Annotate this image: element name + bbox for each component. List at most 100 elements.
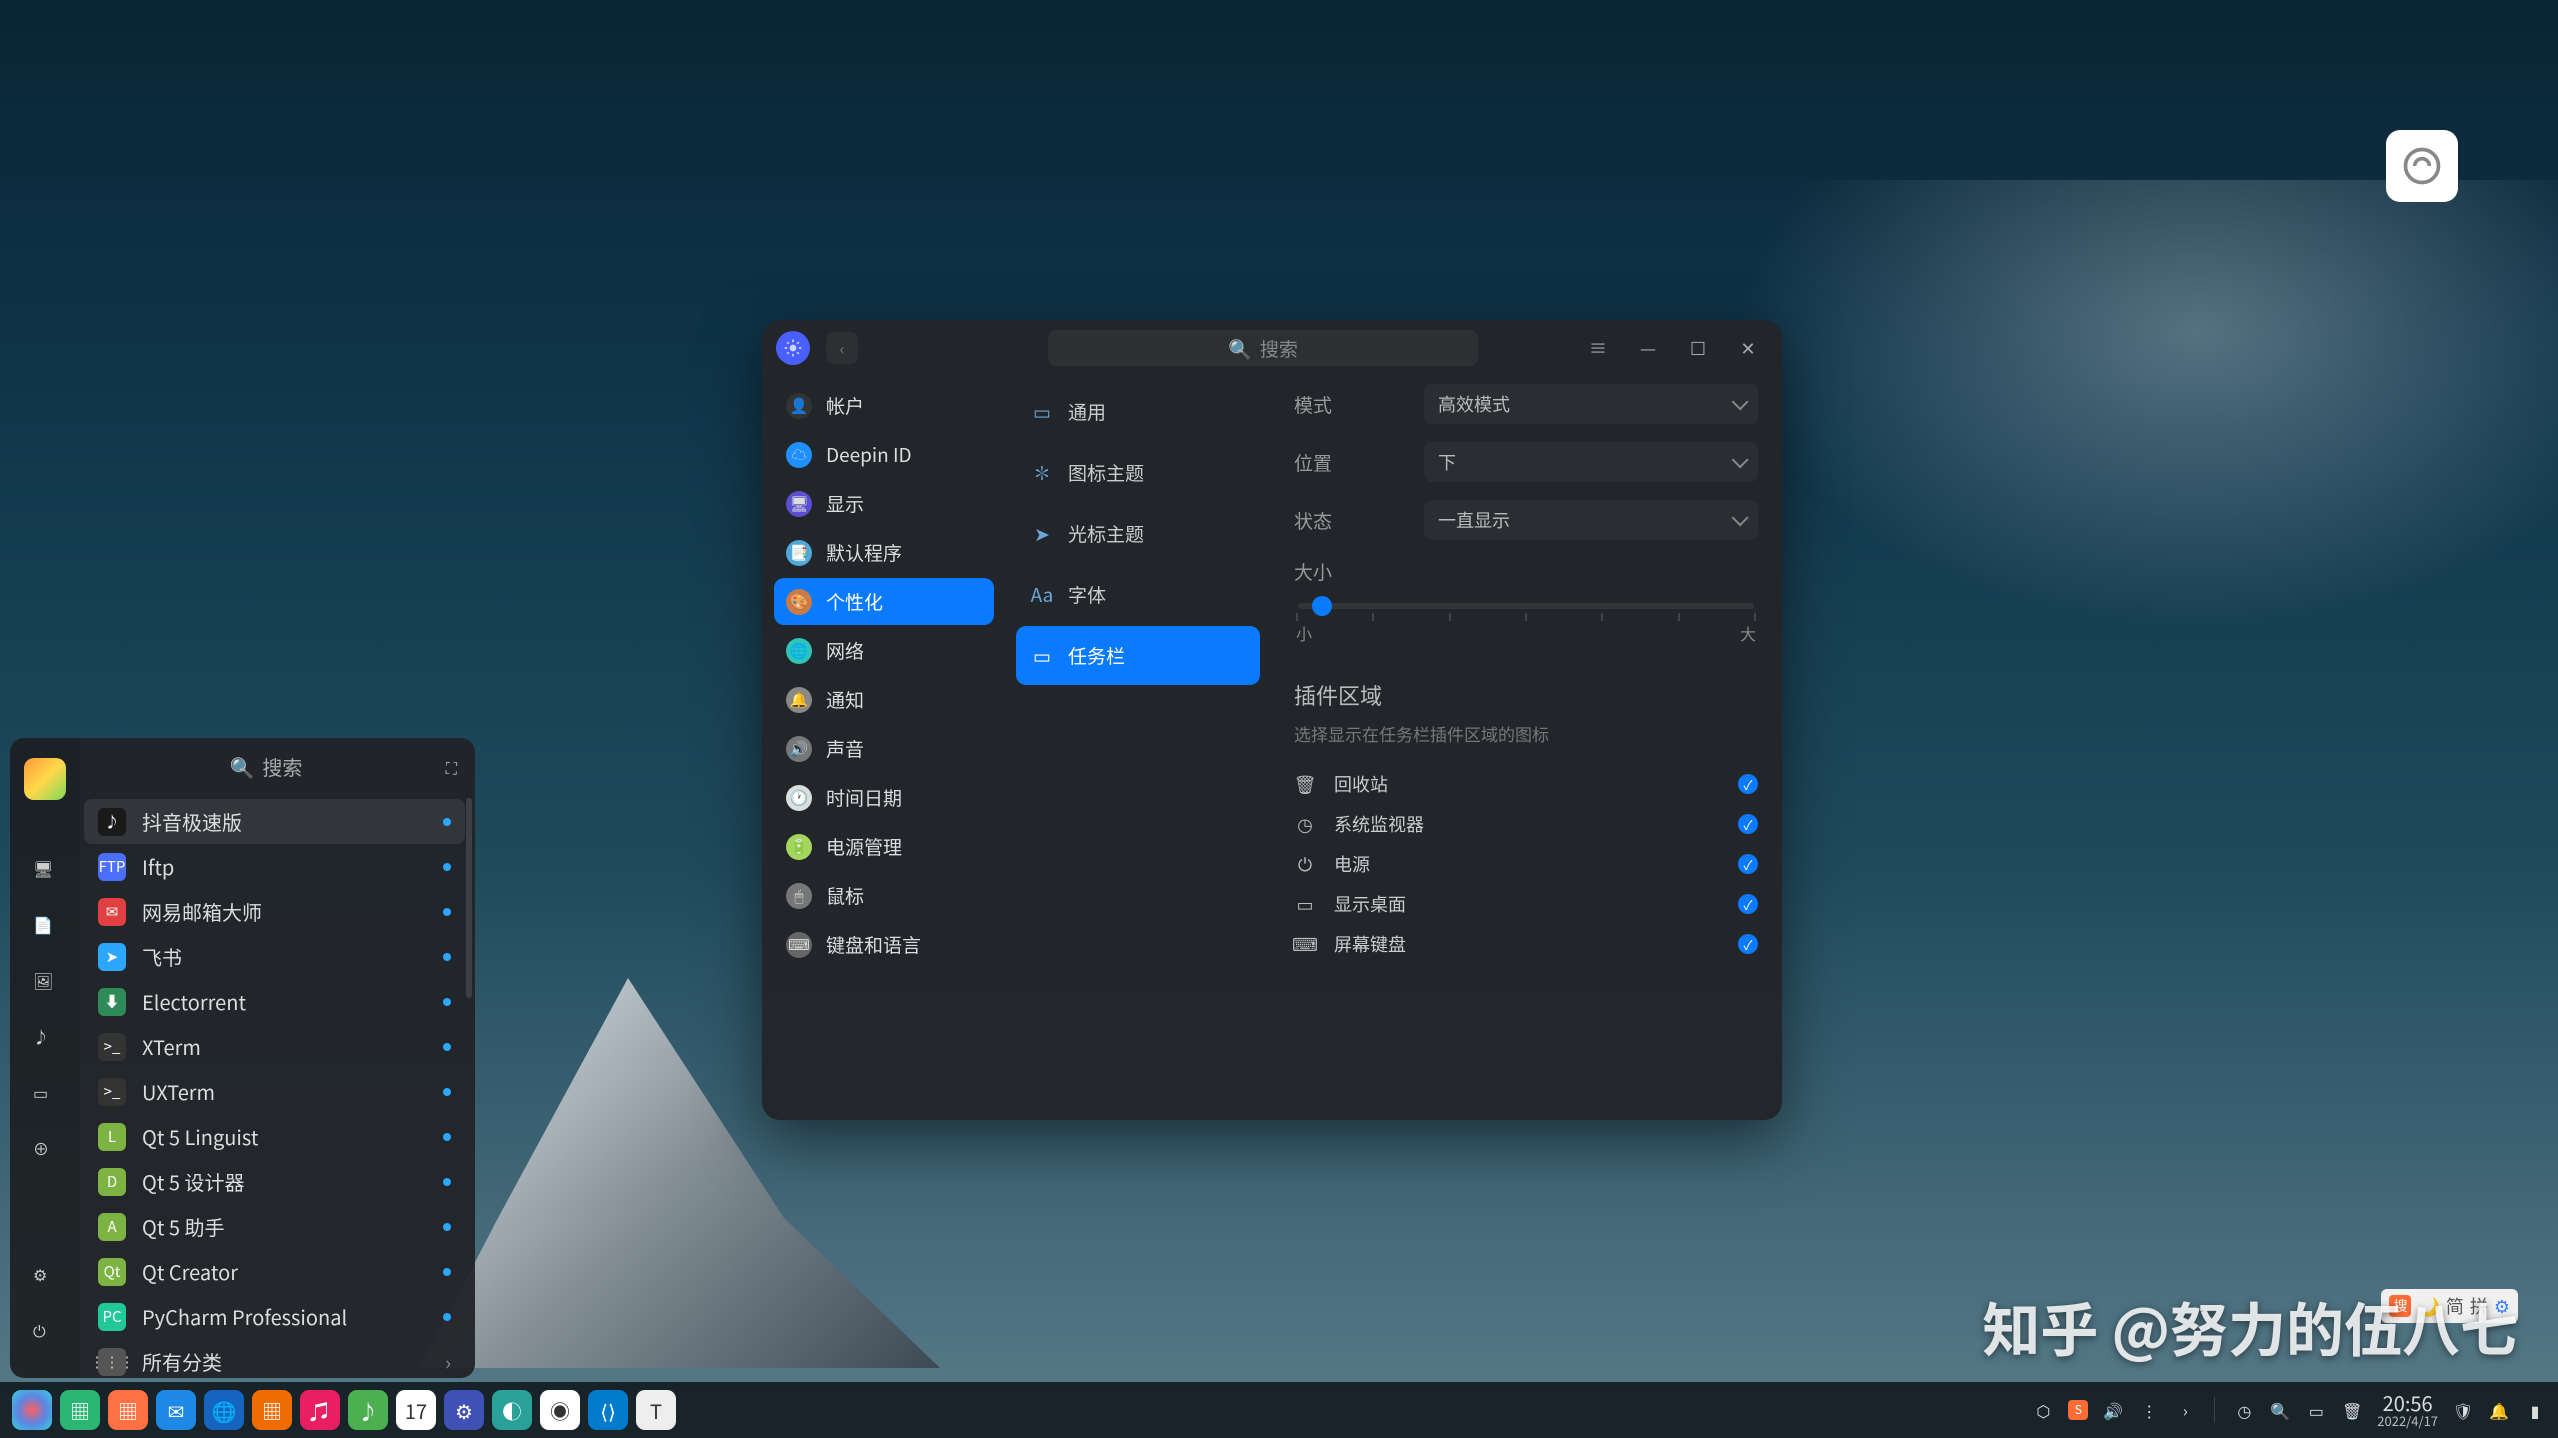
tray-search-icon[interactable]: 🔍	[2269, 1399, 2291, 1421]
plugin-row-3: ▭显示桌面✓	[1294, 884, 1758, 924]
taskbar-music[interactable]: ♫	[300, 1390, 340, 1430]
plugin-icon: ⏻	[1294, 851, 1316, 877]
tray-bell-icon[interactable]: 🔔	[2488, 1399, 2510, 1421]
tray-sogou-icon[interactable]: S	[2068, 1400, 2088, 1420]
nav-icon: 🎨	[786, 589, 812, 615]
nav-item-11[interactable]: ⌨键盘和语言	[774, 921, 994, 968]
launcher-fullscreen-icon[interactable]: ⛶	[446, 755, 457, 779]
app-item-8[interactable]: DQt 5 设计器	[84, 1159, 465, 1204]
taskbar-chrome[interactable]: ◉	[540, 1390, 580, 1430]
nav-item-9[interactable]: 🔋电源管理	[774, 823, 994, 870]
app-item-11[interactable]: PCPyCharm Professional	[84, 1294, 465, 1339]
app-label: Electorrent	[142, 987, 246, 1016]
tray-shield-icon[interactable]: 🛡	[2452, 1399, 2474, 1421]
taskbar-music2[interactable]: ♪	[348, 1390, 388, 1430]
app-item-5[interactable]: >_XTerm	[84, 1024, 465, 1069]
back-button[interactable]: ‹	[826, 332, 858, 364]
launcher-settings-icon[interactable]: ⚙	[33, 1262, 57, 1286]
maximize-button[interactable]: ☐	[1678, 328, 1718, 368]
app-item-1[interactable]: FTPIftp	[84, 844, 465, 889]
nav-item-2[interactable]: 🖥显示	[774, 480, 994, 527]
app-icon: FTP	[98, 853, 126, 881]
tray-sysmon-icon[interactable]: ◷	[2233, 1399, 2255, 1421]
desktop-icon-recycle[interactable]	[2386, 130, 2458, 202]
taskbar-calendar2[interactable]: ▦	[252, 1390, 292, 1430]
sub-item-4[interactable]: ▭任务栏	[1016, 626, 1260, 685]
nav-item-7[interactable]: 🔊声音	[774, 725, 994, 772]
nav-item-1[interactable]: ☁Deepin ID	[774, 431, 994, 478]
app-item-2[interactable]: ✉网易邮箱大师	[84, 889, 465, 934]
category-image-icon[interactable]: 🖼	[33, 968, 57, 992]
nav-item-5[interactable]: 🌐网络	[774, 627, 994, 674]
app-icon: PC	[98, 1303, 126, 1331]
plugin-checkbox[interactable]: ✓	[1738, 774, 1758, 794]
taskbar-calendar[interactable]: 17	[396, 1390, 436, 1430]
nav-label: 电源管理	[826, 833, 902, 860]
plugin-row-4: ⌨屏幕键盘✓	[1294, 924, 1758, 964]
app-item-10[interactable]: QtQt Creator	[84, 1249, 465, 1294]
mode-row: 模式 高效模式	[1294, 384, 1758, 424]
launcher-avatar[interactable]	[24, 758, 66, 800]
nav-item-0[interactable]: 👤帐户	[774, 382, 994, 429]
size-slider[interactable]	[1298, 603, 1754, 609]
settings-search-input[interactable]: 🔍 搜索	[1048, 330, 1478, 366]
taskbar-settings[interactable]: ⚙	[444, 1390, 484, 1430]
taskbar-mail[interactable]: ✉	[156, 1390, 196, 1430]
all-categories-item[interactable]: ⋮⋮⋮所有分类›	[84, 1339, 465, 1378]
plugin-checkbox[interactable]: ✓	[1738, 854, 1758, 874]
nav-icon: 🖥	[786, 491, 812, 517]
taskbar-vscode[interactable]: ⟨⟩	[588, 1390, 628, 1430]
sub-item-0[interactable]: ▭通用	[1016, 382, 1260, 441]
state-select[interactable]: 一直显示	[1424, 500, 1758, 540]
plugin-checkbox[interactable]: ✓	[1738, 934, 1758, 954]
nav-item-6[interactable]: 🔔通知	[774, 676, 994, 723]
nav-item-8[interactable]: 🕐时间日期	[774, 774, 994, 821]
category-reading-icon[interactable]: ▭	[33, 1080, 57, 1104]
taskbar-recycle[interactable]: ◐	[492, 1390, 532, 1430]
launcher-scrollbar[interactable]	[466, 798, 472, 998]
launcher-power-icon[interactable]: ⏻	[33, 1318, 57, 1342]
app-item-0[interactable]: ♪抖音极速版	[84, 799, 465, 844]
taskbar-launcher[interactable]	[12, 1390, 52, 1430]
taskbar-clock[interactable]: 20:56 2022/4/17	[2377, 1392, 2438, 1428]
taskbar-text[interactable]: T	[636, 1390, 676, 1430]
category-document-icon[interactable]: 📄	[33, 912, 57, 936]
tray-trash-icon[interactable]: 🗑	[2341, 1399, 2363, 1421]
app-item-7[interactable]: LQt 5 Linguist	[84, 1114, 465, 1159]
taskbar-browser[interactable]: 🌐	[204, 1390, 244, 1430]
app-item-6[interactable]: >_UXTerm	[84, 1069, 465, 1114]
sub-item-2[interactable]: ➤光标主题	[1016, 504, 1260, 563]
nav-item-3[interactable]: 📑默认程序	[774, 529, 994, 576]
category-computer-icon[interactable]: 🖥	[33, 856, 57, 880]
plugin-label: 电源	[1334, 851, 1720, 877]
sub-item-1[interactable]: ✽图标主题	[1016, 443, 1260, 502]
plugin-checkbox[interactable]: ✓	[1738, 894, 1758, 914]
mode-select[interactable]: 高效模式	[1424, 384, 1758, 424]
chevron-right-icon: ›	[445, 1347, 451, 1376]
launcher-search-input[interactable]: 🔍 搜索	[98, 752, 434, 781]
category-globe-icon[interactable]: ⊕	[33, 1136, 57, 1160]
size-label: 大小	[1294, 558, 1758, 585]
tray-wifi-icon[interactable]: ⋮	[2138, 1399, 2160, 1421]
nav-icon: 🌐	[786, 638, 812, 664]
minimize-button[interactable]: —	[1628, 328, 1668, 368]
position-select[interactable]: 下	[1424, 442, 1758, 482]
taskbar-app1[interactable]: ▦	[108, 1390, 148, 1430]
size-slider-thumb[interactable]	[1312, 596, 1332, 616]
category-music-icon[interactable]: ♪	[33, 1024, 57, 1048]
app-item-9[interactable]: AQt 5 助手	[84, 1204, 465, 1249]
tray-desktop-icon[interactable]: ▭	[2305, 1399, 2327, 1421]
close-button[interactable]: ✕	[1728, 328, 1768, 368]
tray-expand-icon[interactable]: ›	[2174, 1399, 2196, 1421]
tray-capsule-icon[interactable]: ▮	[2524, 1399, 2546, 1421]
app-item-4[interactable]: ⬇Electorrent	[84, 979, 465, 1024]
menu-button[interactable]: ≡	[1578, 328, 1618, 368]
nav-item-4[interactable]: 🎨个性化	[774, 578, 994, 625]
nav-item-10[interactable]: 🖱鼠标	[774, 872, 994, 919]
tray-volume-icon[interactable]: 🔊	[2102, 1399, 2124, 1421]
taskbar-multitask[interactable]: ▦	[60, 1390, 100, 1430]
tray-cube-icon[interactable]: ⬡	[2032, 1399, 2054, 1421]
sub-item-3[interactable]: Aa字体	[1016, 565, 1260, 624]
app-item-3[interactable]: ➤飞书	[84, 934, 465, 979]
plugin-checkbox[interactable]: ✓	[1738, 814, 1758, 834]
